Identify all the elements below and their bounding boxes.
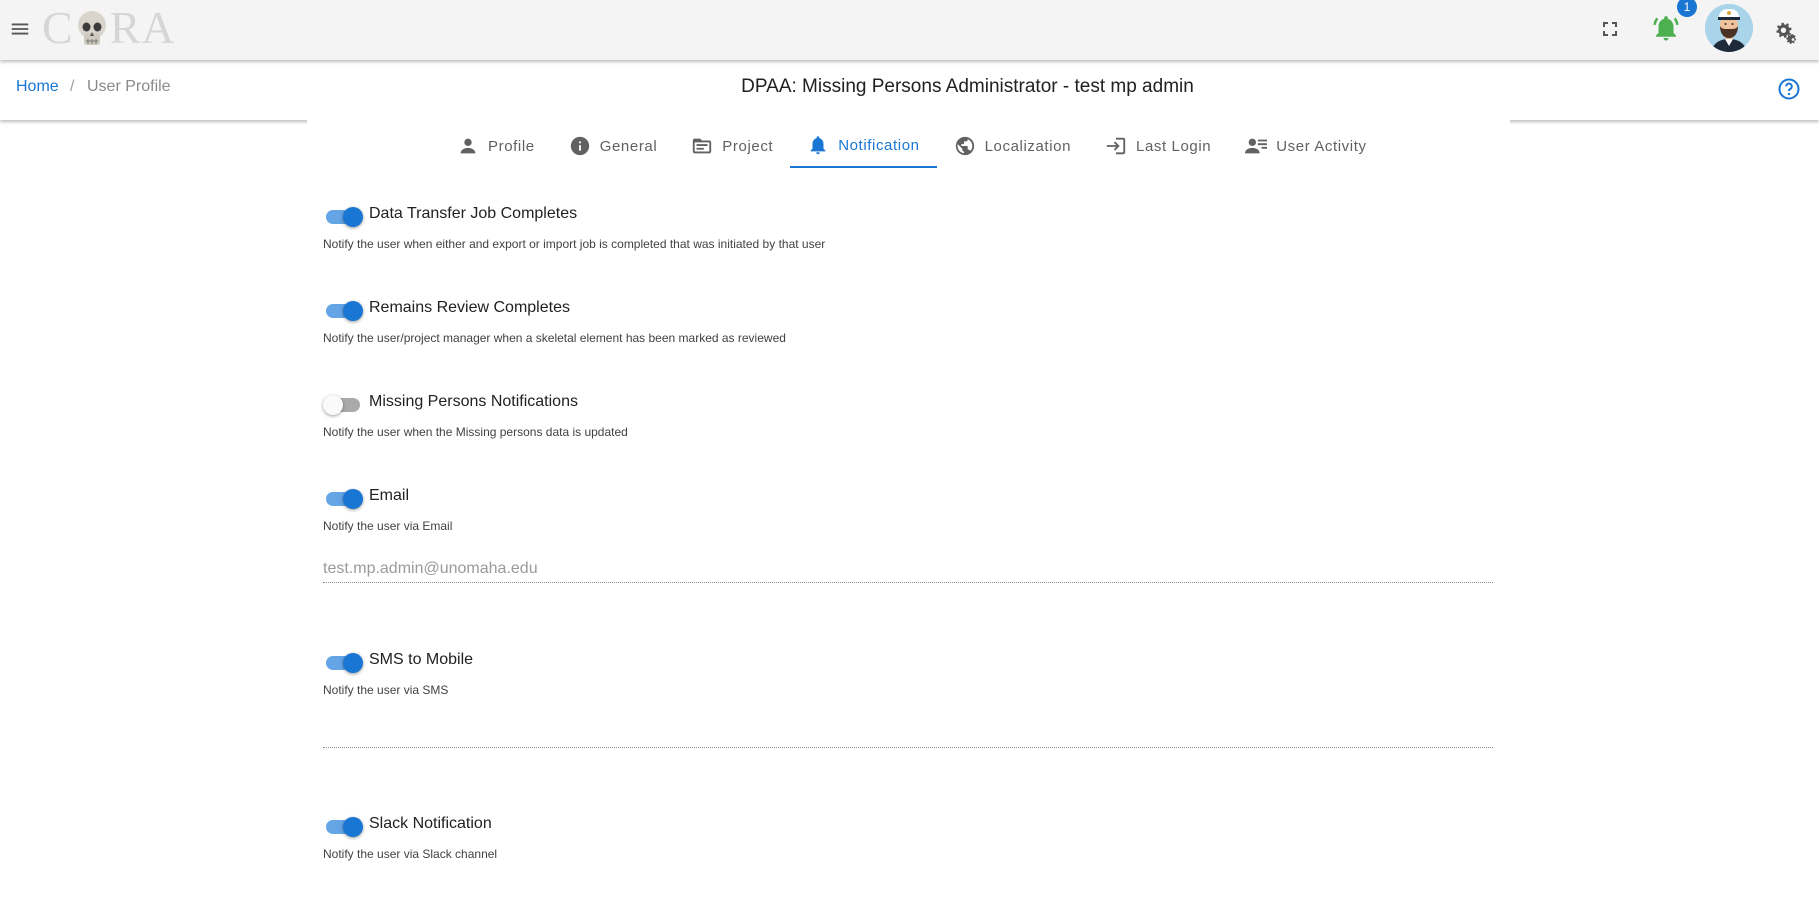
tab-label: Notification [838,136,920,154]
logo-text-right: RA [109,2,176,53]
person-icon [460,138,476,154]
bell-icon [810,136,826,155]
breadcrumb-current: User Profile [87,78,171,95]
breadcrumb-separator: / [70,78,75,95]
user-activity-icon [1245,138,1268,154]
tab-label: Last Login [1136,137,1212,155]
avatar-image [1705,4,1753,52]
notification-count-badge: 1 [1677,0,1697,17]
skull-icon [77,11,106,45]
setting-label: SMS to Mobile [369,651,474,668]
setting-description: Notify the user when either and export o… [323,237,826,251]
globe-icon [955,136,974,156]
setting-label: Remains Review Completes [369,299,570,316]
tab-label: User Activity [1276,137,1367,155]
notifications-bell-icon[interactable] [1651,13,1681,43]
app-bar: C RA 1 [0,0,1819,60]
tab-general[interactable]: General [552,124,675,168]
tab-label: General [599,137,658,155]
tab-label: Localization [984,137,1072,155]
breadcrumb-home-link[interactable]: Home [16,78,59,96]
tab-label: Profile [488,137,535,155]
slack-toggle[interactable] [323,815,363,839]
settings-gears-icon[interactable] [1773,18,1801,46]
tab-project[interactable]: Project [674,124,790,168]
email-toggle[interactable] [323,487,363,511]
setting-label: Missing Persons Notifications [369,393,578,410]
setting-description: Notify the user via Email [323,519,453,533]
tab-user-activity[interactable]: User Activity [1228,124,1383,168]
missing-persons-toggle[interactable] [323,393,363,417]
email-field[interactable] [323,555,1493,583]
content-panel-top [307,60,1510,126]
login-icon [1106,137,1126,155]
setting-description: Notify the user via Slack channel [323,847,498,861]
project-icon [693,138,712,154]
user-avatar[interactable] [1705,4,1753,52]
setting-description: Notify the user via SMS [323,683,449,697]
tab-profile[interactable]: Profile [440,124,552,168]
tab-notification[interactable]: Notification [790,124,937,168]
tab-last-login[interactable]: Last Login [1088,124,1228,168]
setting-label: Slack Notification [369,815,492,832]
sms-toggle[interactable] [323,651,363,675]
fullscreen-icon[interactable] [1598,17,1622,41]
setting-description: Notify the user/project manager when a s… [323,331,786,345]
profile-tabs: Profile General Project Notification Loc… [440,124,1384,168]
help-icon[interactable] [1777,77,1801,101]
setting-label: Email [369,487,410,504]
mobile-number-field[interactable] [323,720,1493,748]
menu-icon[interactable] [9,18,31,40]
remains-review-toggle[interactable] [323,299,363,323]
app-logo[interactable]: C RA [42,2,176,54]
info-icon [570,136,589,156]
setting-description: Notify the user when the Missing persons… [323,425,628,439]
data-transfer-toggle[interactable] [323,205,363,229]
logo-text-left: C [42,2,74,53]
tab-localization[interactable]: Localization [937,124,1088,168]
tab-label: Project [722,137,774,155]
setting-label: Data Transfer Job Completes [369,205,578,222]
